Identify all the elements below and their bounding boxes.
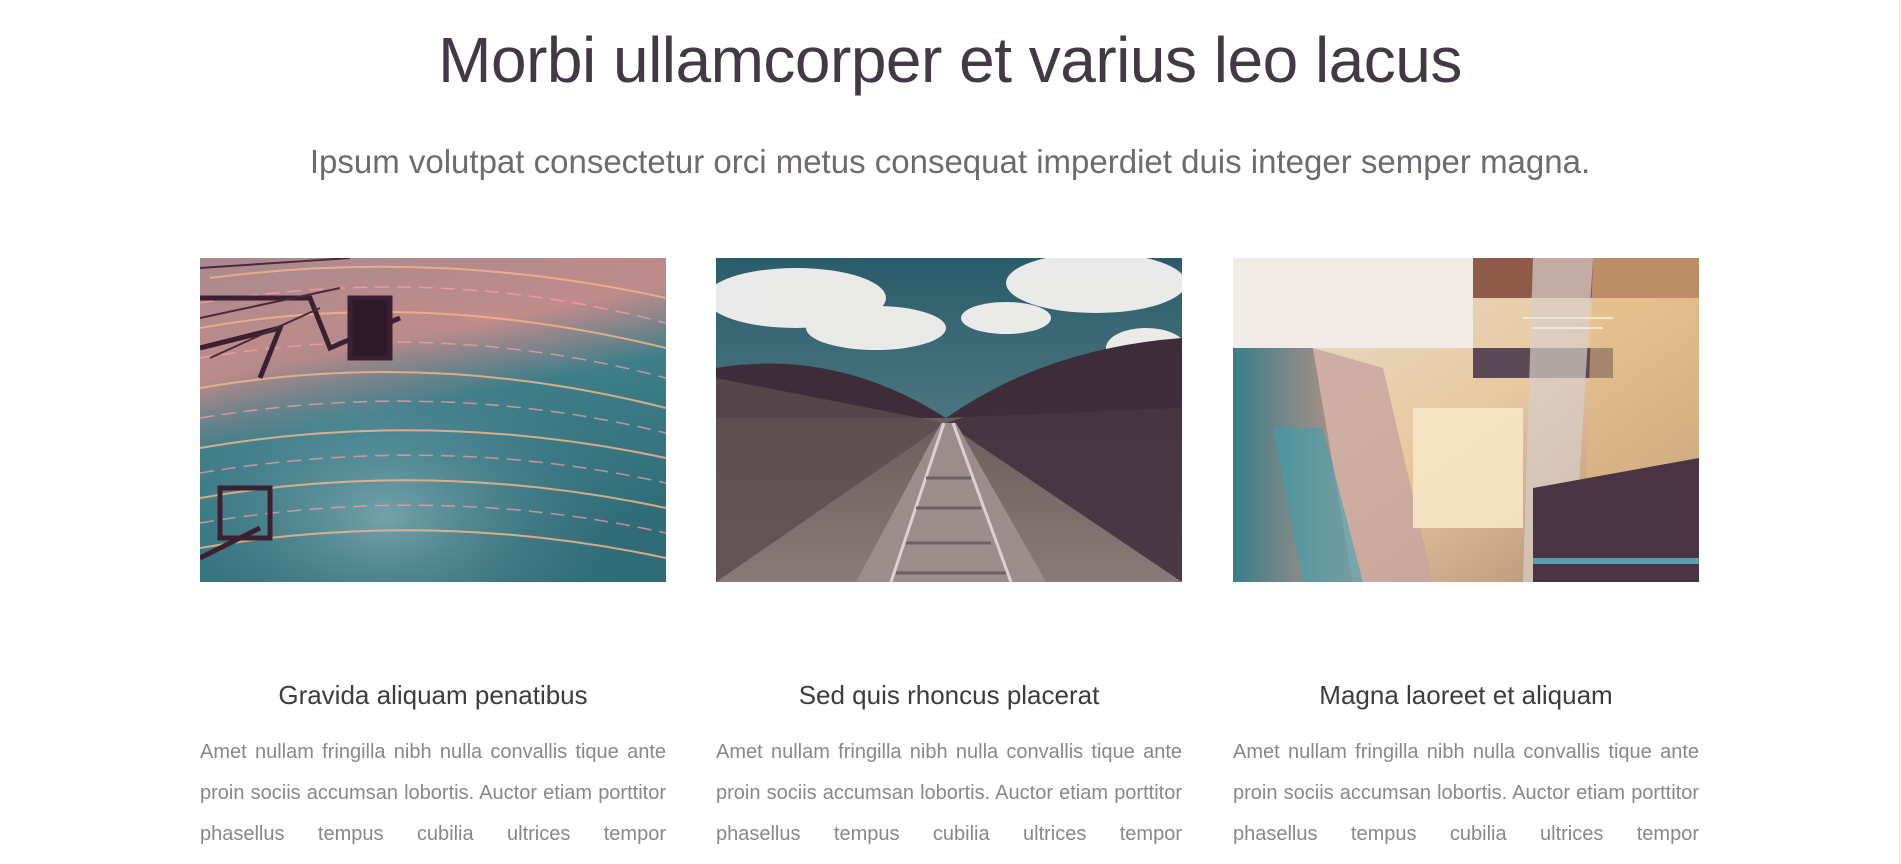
- card-title: Magna laoreet et aliquam: [1319, 680, 1613, 710]
- railway-image[interactable]: [716, 258, 1182, 582]
- feature-card: Gravida aliquam penatibus Amet nullam fr…: [200, 258, 666, 855]
- page-subtitle: Ipsum volutpat consectetur orci metus co…: [309, 143, 1591, 180]
- card-text: Amet nullam fringilla nibh nulla convall…: [200, 741, 666, 845]
- card-text: Amet nullam fringilla nibh nulla convall…: [716, 741, 1182, 845]
- card-title: Gravida aliquam penatibus: [278, 680, 588, 710]
- card-title: Sed quis rhoncus placerat: [798, 680, 1100, 710]
- escalator-image[interactable]: [1233, 258, 1699, 582]
- page-edge: [1899, 0, 1900, 864]
- page: Morbi ullamcorper et varius leo lacus Ip…: [0, 0, 1900, 864]
- feature-card: Sed quis rhoncus placerat Amet nullam fr…: [716, 258, 1182, 855]
- feature-card: Magna laoreet et aliquam Amet nullam fri…: [1233, 258, 1699, 855]
- page-title: Morbi ullamcorper et varius leo lacus: [438, 24, 1462, 96]
- light-trails-image[interactable]: [200, 258, 666, 582]
- card-text: Amet nullam fringilla nibh nulla convall…: [1233, 741, 1699, 845]
